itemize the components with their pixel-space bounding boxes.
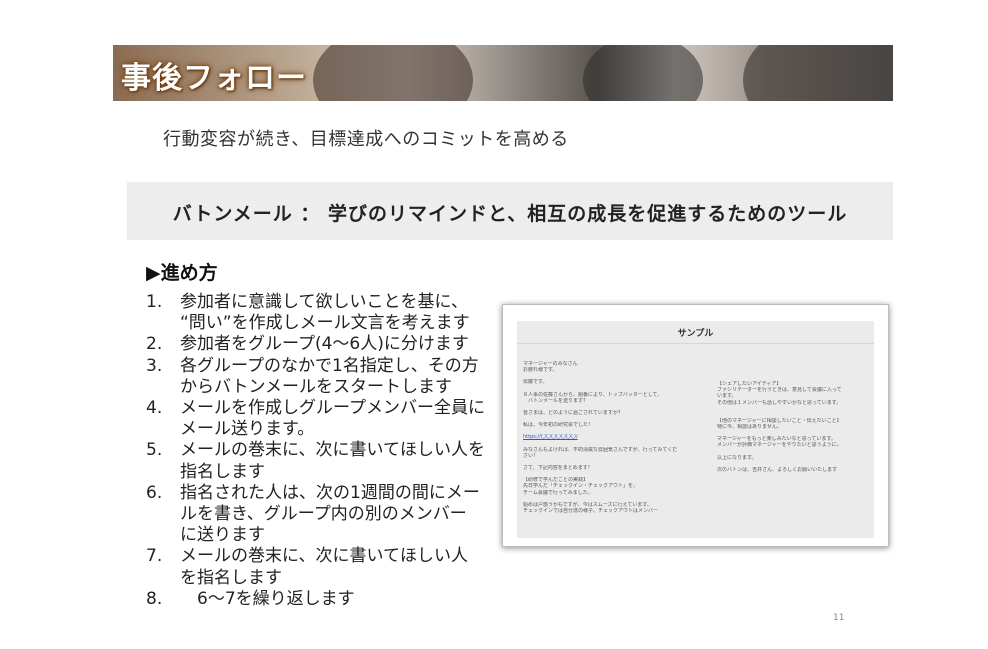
sample-title: サンプル bbox=[677, 329, 714, 339]
list-item-line: 6〜7を繰り返します bbox=[180, 588, 355, 609]
highlight-text: バトンメール ： 学びのリマインドと、相互の成長を促進するためのツール bbox=[172, 203, 848, 225]
section-heading: ▶進め方 bbox=[146, 262, 218, 284]
list-item-text: メールを作成しグループメンバー全員に メール送ります。 bbox=[180, 398, 496, 440]
list-item-line: 参加者をグループ(4〜6人)に分けます bbox=[180, 334, 469, 355]
list-item: 2. 参加者をグループ(4〜6人)に分けます bbox=[146, 334, 496, 355]
sample-divider bbox=[517, 343, 874, 344]
list-item-line: メールの巻末に、次に書いてほしい人 bbox=[180, 546, 468, 567]
list-item-text: メールの巻末に、次に書いてほしい人を指名します bbox=[180, 440, 496, 482]
sample-email-body: サンプル マネージャーのみなさん お疲れ様です。 伝藤です。 ８人事の佐藤さんから、順… bbox=[517, 321, 874, 538]
list-item-text: 各グループのなかで1名指定し、その方 からバトンメールをスタートします bbox=[180, 356, 496, 398]
banner-photo-shadow bbox=[583, 45, 703, 101]
list-item-text: メールの巻末に、次に書いてほしい人を指名します bbox=[180, 546, 496, 588]
sample-line: みなさんもよければ、不的清蔵な雰囲気さんですが、行ってみてくだ bbox=[523, 446, 678, 453]
list-item-text: 6〜7を繰り返します bbox=[180, 589, 496, 610]
list-item: 6. 指名された人は、次の1週間の間にメー ルを書き、グループ内の別のメンバー に送り… bbox=[146, 483, 496, 547]
list-item-number: 3. bbox=[146, 355, 163, 376]
list-item-line: メールの巻末に、次に書いてほしい人を bbox=[180, 440, 485, 461]
sample-right-column: 【シェアしたいアイディア】 ファシリテーターを行うときは、意見して会議に入って いま… bbox=[717, 381, 867, 473]
list-item-number: 7. bbox=[146, 546, 163, 567]
list-item-number: 5. bbox=[146, 440, 163, 461]
banner-photo bbox=[313, 45, 473, 101]
list-item-line: 指名された人は、次の1週間の間にメー bbox=[180, 482, 480, 503]
list-item-line: メール送ります。 bbox=[180, 419, 315, 440]
list-item-line: 参加者に意識して欲しいことを基に、 bbox=[180, 292, 468, 312]
sample-left-column: マネージャーのみなさん お疲れ様です。 伝藤です。 ８人事の佐藤さんから、順番により、… bbox=[523, 361, 703, 514]
header-banner: 事後フォロー bbox=[113, 45, 893, 101]
list-item-line: “問い”を作成しメール文言を考えます bbox=[180, 313, 470, 334]
sample-line: チェックインでは自分達の様子。チェックアウトはメンバー bbox=[523, 508, 659, 515]
list-item-line: メールを作成しグループメンバー全員に bbox=[180, 398, 485, 419]
page-title: 事後フォロー bbox=[121, 61, 307, 96]
sample-line: 次のバトンは、吉井さん、よろしくお願いいたします bbox=[717, 466, 838, 473]
list-item-number: 1. bbox=[146, 292, 163, 312]
subtitle: 行動変容が続き、目標達成へのコミットを高める bbox=[163, 129, 569, 150]
list-item-line: 各グループのなかで1名指定し、その方 bbox=[180, 355, 479, 376]
list-item-number: 2. bbox=[146, 334, 163, 355]
list-item-text: 参加者をグループ(4〜6人)に分けます bbox=[180, 334, 496, 355]
list-item-line: ルを書き、グループ内の別のメンバー bbox=[180, 504, 467, 525]
banner-photo-hair bbox=[743, 45, 893, 101]
list-item-number: 4. bbox=[146, 398, 163, 419]
list-item-text: 参加者に意識して欲しいことを基に、 “問い”を作成しメール文言を考えます bbox=[180, 292, 496, 334]
list-item-line: 指名します bbox=[180, 461, 265, 482]
list-item-number: 8. bbox=[146, 588, 163, 609]
list-item-line: を指名します bbox=[180, 567, 282, 588]
list-item-text: 指名された人は、次の1週間の間にメー ルを書き、グループ内の別のメンバー に送ります bbox=[180, 483, 496, 547]
list-item: 8. 6〜7を繰り返します bbox=[146, 589, 496, 610]
highlight-box: バトンメール ： 学びのリマインドと、相互の成長を促進するためのツール bbox=[127, 182, 893, 240]
list-item-line: に送ります bbox=[180, 525, 265, 546]
list-item: 5. メールの巻末に、次に書いてほしい人を 指名します bbox=[146, 440, 496, 482]
sample-email-card: サンプル マネージャーのみなさん お疲れ様です。 伝藤です。 ８人事の佐藤さんから、順… bbox=[502, 304, 889, 547]
list-item: 3. 各グループのなかで1名指定し、その方 からバトンメールをスタートします bbox=[146, 356, 496, 398]
list-item: 1. 参加者に意識して欲しいことを基に、 “問い”を作成しメール文言を考えます bbox=[146, 292, 496, 334]
list-item-line: からバトンメールをスタートします bbox=[180, 376, 452, 397]
steps-list: 1. 参加者に意識して欲しいことを基に、 “問い”を作成しメール文言を考えます 2. 参… bbox=[146, 292, 496, 610]
list-item-number: 6. bbox=[146, 482, 163, 503]
page-number: 11 bbox=[833, 613, 845, 623]
list-item: 7. メールの巻末に、次に書いてほしい人 を指名します bbox=[146, 546, 496, 588]
list-item: 4. メールを作成しグループメンバー全員に メール送ります。 bbox=[146, 398, 496, 440]
